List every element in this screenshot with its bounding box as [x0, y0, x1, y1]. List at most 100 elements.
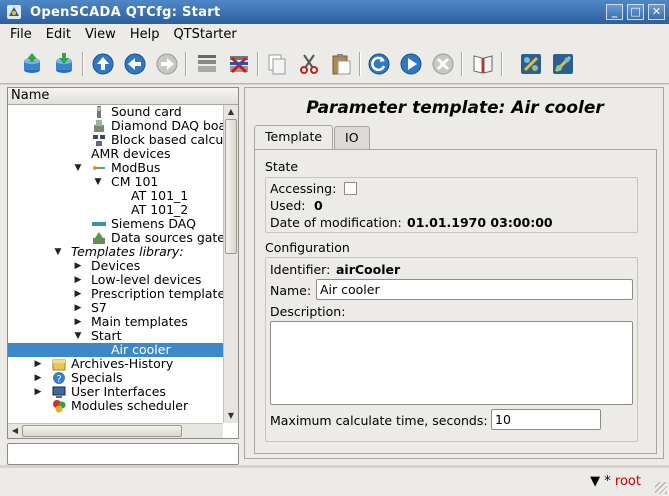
module-settings-icon[interactable]	[549, 50, 577, 78]
diamond-daq-icon	[94, 120, 104, 132]
tree-item[interactable]: AT 101_1	[8, 189, 223, 203]
scroll-up-icon[interactable]: ▲	[224, 105, 238, 119]
tree-vertical-scrollbar[interactable]: ▲ ▼	[223, 105, 238, 423]
tab-template[interactable]: Template	[254, 125, 334, 150]
navigation-tree[interactable]: Name Sound card Diamond DAQ boa Block ba…	[7, 87, 239, 439]
tree-item[interactable]: ▼ CM 101	[8, 175, 223, 189]
paste-icon[interactable]	[327, 50, 355, 78]
up-icon[interactable]	[89, 50, 117, 78]
tree-item[interactable]: ▼ Templates library:	[8, 245, 223, 259]
start-icon[interactable]	[397, 50, 425, 78]
forward-icon[interactable]	[153, 50, 181, 78]
tree-item[interactable]: AT 101_2	[8, 203, 223, 217]
max-time-label: Maximum calculate time, seconds:	[270, 413, 488, 428]
tree-expand-arrow[interactable]: ▼	[93, 175, 103, 189]
status-user[interactable]: root	[615, 474, 641, 489]
scroll-down-icon[interactable]: ▼	[224, 409, 238, 423]
description-textarea[interactable]	[270, 321, 633, 405]
scroll-thumb[interactable]	[225, 119, 237, 254]
tree-expand-arrow[interactable]: ▼	[73, 329, 83, 343]
modbus-icon	[93, 166, 105, 170]
menu-help[interactable]: Help	[123, 27, 167, 42]
tree-item[interactable]: ▼ Start	[8, 329, 223, 343]
svg-text:?: ?	[56, 374, 61, 385]
tree-collapsed-arrow[interactable]: ▶	[73, 301, 83, 315]
tree-item[interactable]: ▶ S7	[8, 301, 223, 315]
tree-collapsed-arrow[interactable]: ▶	[33, 385, 43, 399]
db-load-icon[interactable]	[18, 50, 46, 78]
copy-icon[interactable]	[263, 50, 291, 78]
config-group-title: Configuration	[265, 240, 350, 255]
tab-bar: Template IO	[254, 125, 371, 150]
used-label: Used:	[270, 198, 306, 213]
resize-grip-icon[interactable]	[655, 482, 667, 494]
minimize-button[interactable]: _	[606, 4, 623, 20]
menu-file[interactable]: File	[0, 27, 39, 42]
date-label: Date of modification:	[270, 215, 402, 230]
menu-qtstarter[interactable]: QTStarter	[166, 27, 243, 42]
tree-item[interactable]: ▶ Prescription template	[8, 287, 223, 301]
tree-collapsed-arrow[interactable]: ▶	[73, 287, 83, 301]
tree-item[interactable]: ▶ User Interfaces	[8, 385, 223, 399]
tree-collapsed-arrow[interactable]: ▶	[73, 315, 83, 329]
scroll-thumb[interactable]	[22, 425, 182, 437]
archive-icon	[52, 359, 66, 371]
add-item-icon[interactable]	[193, 50, 221, 78]
tree-expand-arrow[interactable]: ▼	[53, 245, 63, 259]
tree-filter-input[interactable]	[7, 443, 239, 465]
tree-item[interactable]: ▶ Archives-History	[8, 357, 223, 371]
tree-item[interactable]: ▶ ? Specials	[8, 371, 223, 386]
name-input[interactable]: Air cooler	[316, 279, 633, 300]
tree-expand-arrow[interactable]: ▼	[73, 161, 83, 175]
accessing-checkbox[interactable]	[344, 182, 357, 195]
description-label: Description:	[270, 304, 346, 319]
tree-item[interactable]: ▶ Low-level devices	[8, 273, 223, 287]
back-icon[interactable]	[121, 50, 149, 78]
stop-icon[interactable]	[429, 50, 457, 78]
tree-collapsed-arrow[interactable]: ▶	[33, 357, 43, 371]
menu-edit[interactable]: Edit	[39, 27, 78, 42]
tree-item[interactable]: ▶ Main templates	[8, 315, 223, 329]
tree-item[interactable]: Diamond DAQ boa	[8, 119, 223, 133]
menu-view[interactable]: View	[78, 27, 123, 42]
cut-icon[interactable]	[295, 50, 323, 78]
tab-content: State Accessing: Used: 0 Date of modific…	[254, 149, 657, 454]
data-gate-icon	[93, 232, 105, 244]
close-button[interactable]: ✕	[648, 4, 665, 20]
tree-item[interactable]: Block based calcu	[8, 133, 223, 147]
status-mode[interactable]: ▼ *	[590, 474, 611, 489]
manual-icon[interactable]	[469, 50, 497, 78]
tree-item[interactable]: ▶ Devices	[8, 259, 223, 273]
tree-item-selected[interactable]: Air cooler	[8, 343, 223, 357]
menu-bar: File Edit View Help QTStarter	[0, 24, 669, 44]
tree-collapsed-arrow[interactable]: ▶	[73, 273, 83, 287]
module-info-icon[interactable]	[517, 50, 545, 78]
tree-horizontal-scrollbar[interactable]: ◀ ▶	[8, 423, 223, 438]
maximize-button[interactable]: □	[627, 4, 644, 20]
openscada-logo-icon	[7, 5, 21, 19]
tree-item[interactable]: Data sources gate	[8, 231, 223, 245]
tree-item[interactable]: ▼ ModBus	[8, 161, 223, 175]
delete-item-icon[interactable]	[225, 50, 253, 78]
tree-header-name[interactable]: Name	[8, 88, 238, 105]
date-value: 01.01.1970 03:00:00	[407, 215, 553, 230]
tree-item[interactable]: Siemens DAQ	[8, 217, 223, 231]
tab-io[interactable]: IO	[334, 126, 370, 149]
tree-item[interactable]: AMR devices	[8, 147, 223, 161]
name-label: Name:	[270, 283, 312, 298]
window-title: OpenSCADA QTCfg: Start	[30, 4, 221, 20]
page-title: Parameter template: Air cooler	[306, 98, 604, 118]
tree-collapsed-arrow[interactable]: ▶	[73, 259, 83, 273]
identifier-label: Identifier:	[270, 262, 331, 277]
status-indicator: ▼ * root	[590, 474, 641, 489]
block-calc-icon	[93, 135, 105, 146]
siemens-icon	[92, 222, 106, 226]
refresh-icon[interactable]	[365, 50, 393, 78]
scroll-left-icon[interactable]: ◀	[8, 424, 22, 438]
tree-collapsed-arrow[interactable]: ▶	[33, 371, 43, 385]
tree-item[interactable]: Modules scheduler	[8, 399, 223, 413]
tree-item[interactable]: Sound card	[8, 105, 223, 119]
db-save-icon[interactable]	[50, 50, 78, 78]
tree-body: Sound card Diamond DAQ boa Block based c…	[8, 105, 223, 423]
max-time-input[interactable]: 10	[491, 409, 601, 430]
